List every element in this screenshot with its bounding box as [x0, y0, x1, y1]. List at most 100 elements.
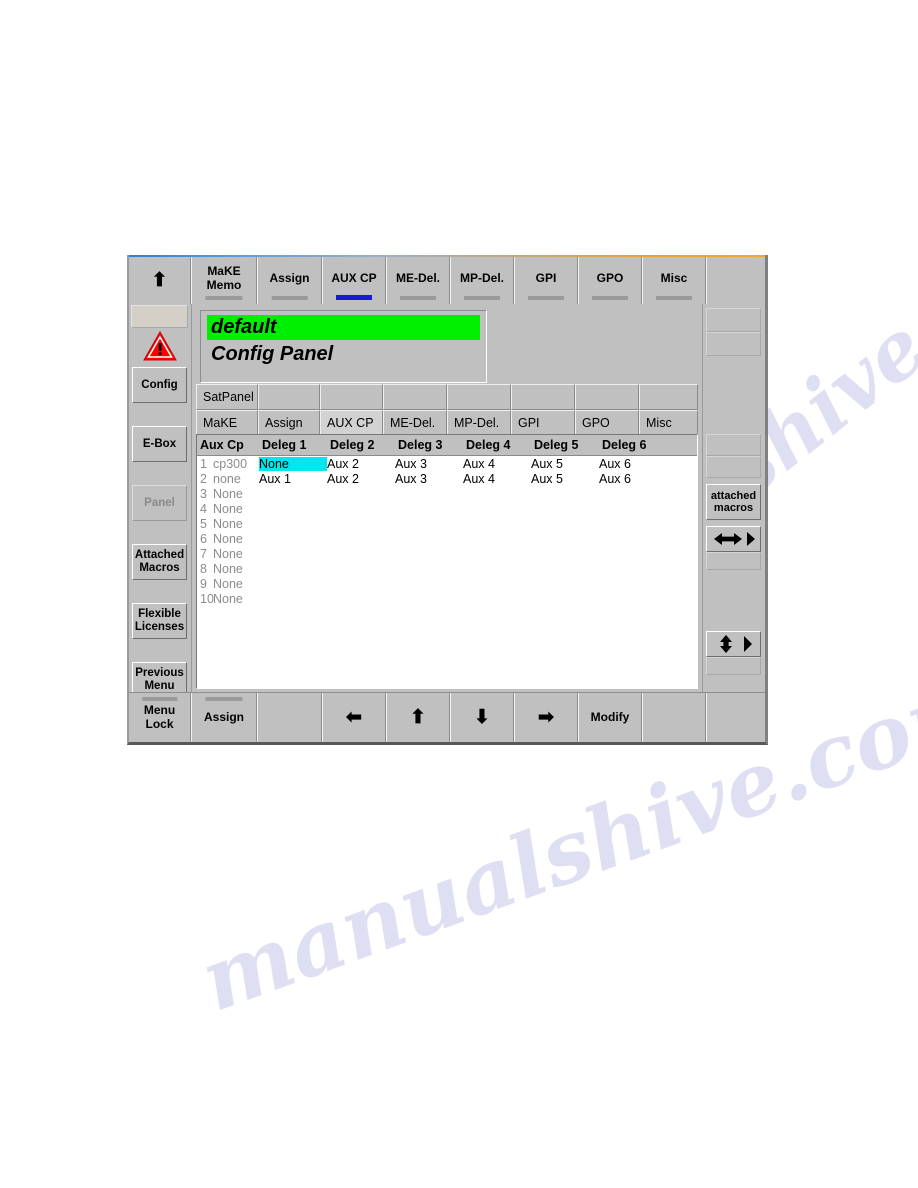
- config-name-field[interactable]: default: [207, 315, 480, 340]
- row-number: 7: [200, 546, 207, 561]
- inner-tab-top-4[interactable]: [383, 384, 447, 410]
- right-button-label: attached macros: [710, 489, 757, 514]
- inner-tab-top-7[interactable]: [575, 384, 639, 410]
- sidebar-item-flexible-licenses[interactable]: Flexible Licenses: [132, 603, 187, 639]
- inner-tab-row-top: SatPanel: [196, 384, 698, 410]
- table-row[interactable]: 1 cp300 None Aux 2 Aux 3 Aux 4 Aux 5 Aux 6: [197, 456, 697, 471]
- inner-tab-mp-del[interactable]: MP-Del.: [447, 410, 511, 436]
- arrow-right-icon: ➡: [538, 707, 554, 728]
- cell-aux-cp-name[interactable]: cp300: [213, 457, 259, 471]
- cell-aux-cp-name[interactable]: None: [213, 592, 259, 606]
- right-button-attached-macros[interactable]: attached macros: [706, 484, 761, 520]
- table-row[interactable]: 3 None: [197, 486, 697, 501]
- row-number: 4: [200, 501, 207, 516]
- cell-aux-cp-name[interactable]: None: [213, 487, 259, 501]
- inner-tab-misc[interactable]: Misc: [639, 410, 698, 436]
- tab-assign[interactable]: Assign: [257, 257, 322, 304]
- inner-tab-top-8[interactable]: [639, 384, 698, 410]
- inner-tab-aux-cp[interactable]: AUX CP: [320, 410, 383, 436]
- cell-deleg-5[interactable]: Aux 5: [531, 472, 599, 486]
- bottom-button-right[interactable]: ➡: [514, 693, 578, 742]
- tab-mp-del[interactable]: MP-Del.: [450, 257, 514, 304]
- cell-aux-cp-name[interactable]: none: [213, 472, 259, 486]
- right-slot-3[interactable]: [706, 434, 761, 456]
- cell-deleg-1[interactable]: Aux 1: [259, 472, 327, 486]
- column-header-deleg-4: Deleg 4: [466, 438, 511, 452]
- table-row[interactable]: 4 None: [197, 501, 697, 516]
- inner-tab-gpi[interactable]: GPI: [511, 410, 575, 436]
- tab-label: GPI: [535, 271, 557, 286]
- right-slot-6[interactable]: [706, 657, 761, 675]
- tab-aux-cp[interactable]: AUX CP: [322, 257, 386, 304]
- cell-aux-cp-name[interactable]: None: [213, 502, 259, 516]
- right-slot-4[interactable]: [706, 456, 761, 478]
- cell-deleg-5[interactable]: Aux 5: [531, 457, 599, 471]
- menu-lock-button[interactable]: Menu Lock: [129, 693, 191, 742]
- cell-aux-cp-name[interactable]: None: [213, 517, 259, 531]
- tab-make-memo[interactable]: MaKE Memo: [191, 257, 257, 304]
- cell-deleg-3[interactable]: Aux 3: [395, 472, 463, 486]
- table-row[interactable]: 6 None: [197, 531, 697, 546]
- cell-deleg-6[interactable]: Aux 6: [599, 457, 667, 471]
- tab-underline: [528, 296, 564, 300]
- bottom-button-left[interactable]: ⬅: [322, 693, 386, 742]
- cell-deleg-2[interactable]: Aux 2: [327, 457, 395, 471]
- cell-aux-cp-name[interactable]: None: [213, 547, 259, 561]
- bottom-button-empty-1[interactable]: [257, 693, 322, 742]
- cell-deleg-2[interactable]: Aux 2: [327, 472, 395, 486]
- tab-empty-slot[interactable]: [706, 257, 765, 304]
- bottom-button-empty-3[interactable]: [706, 693, 765, 742]
- tab-misc[interactable]: Misc: [642, 257, 706, 304]
- cell-aux-cp-name[interactable]: None: [213, 532, 259, 546]
- cell-deleg-4[interactable]: Aux 4: [463, 472, 531, 486]
- main-content-area: default Config Panel SatPanel MaKE Assig…: [192, 304, 702, 693]
- inner-tab-label: SatPanel: [203, 390, 254, 404]
- tab-gpi[interactable]: GPI: [514, 257, 578, 304]
- cell-deleg-3[interactable]: Aux 3: [395, 457, 463, 471]
- bottom-button-down[interactable]: ⬇: [450, 693, 514, 742]
- table-row[interactable]: 10 None: [197, 591, 697, 606]
- tab-me-del[interactable]: ME-Del.: [386, 257, 450, 304]
- bottom-button-modify[interactable]: Modify: [578, 693, 642, 742]
- inner-tab-me-del[interactable]: ME-Del.: [383, 410, 447, 436]
- table-row[interactable]: 2 none Aux 1 Aux 2 Aux 3 Aux 4 Aux 5 Aux 6: [197, 471, 697, 486]
- cell-aux-cp-name[interactable]: None: [213, 577, 259, 591]
- right-button-horizontal-scroll[interactable]: [706, 526, 761, 552]
- bottom-button-assign[interactable]: Assign: [191, 693, 257, 742]
- tab-label: Assign: [269, 271, 310, 286]
- inner-tab-gpo[interactable]: GPO: [575, 410, 639, 436]
- inner-tab-top-6[interactable]: [511, 384, 575, 410]
- inner-tab-top-5[interactable]: [447, 384, 511, 410]
- column-header-deleg-1: Deleg 1: [262, 438, 307, 452]
- right-slot-5[interactable]: [706, 552, 761, 570]
- inner-tab-top-2[interactable]: [258, 384, 320, 410]
- right-slot-2[interactable]: [706, 332, 761, 356]
- sidebar-item-ebox[interactable]: E-Box: [132, 426, 187, 462]
- left-sidebar: Config E-Box Panel Attached Macros Flexi…: [129, 304, 192, 698]
- tab-gpo[interactable]: GPO: [578, 257, 642, 304]
- cell-deleg-1[interactable]: None: [259, 456, 327, 471]
- bottom-button-up[interactable]: ⬆: [386, 693, 450, 742]
- tab-underline: [656, 296, 692, 300]
- table-row[interactable]: 5 None: [197, 516, 697, 531]
- table-row[interactable]: 9 None: [197, 576, 697, 591]
- inner-tab-make[interactable]: MaKE: [196, 410, 258, 436]
- inner-tab-label: AUX CP: [327, 416, 374, 430]
- cell-deleg-6[interactable]: Aux 6: [599, 472, 667, 486]
- right-button-vertical-scroll[interactable]: [706, 631, 761, 657]
- inner-tab-satpanel[interactable]: SatPanel: [196, 384, 258, 410]
- table-row[interactable]: 7 None: [197, 546, 697, 561]
- inner-tab-label: MP-Del.: [454, 416, 500, 430]
- nav-up-button[interactable]: ⬆: [129, 257, 191, 304]
- menu-lock-label: Menu Lock: [143, 702, 176, 731]
- sidebar-status-slot: [131, 305, 188, 328]
- right-slot-1[interactable]: [706, 308, 761, 332]
- sidebar-item-attached-macros[interactable]: Attached Macros: [132, 544, 187, 580]
- cell-deleg-4[interactable]: Aux 4: [463, 457, 531, 471]
- cell-aux-cp-name[interactable]: None: [213, 562, 259, 576]
- inner-tab-top-3[interactable]: [320, 384, 383, 410]
- bottom-button-empty-2[interactable]: [642, 693, 706, 742]
- table-row[interactable]: 8 None: [197, 561, 697, 576]
- inner-tab-assign[interactable]: Assign: [258, 410, 320, 436]
- sidebar-item-config[interactable]: Config: [132, 367, 187, 403]
